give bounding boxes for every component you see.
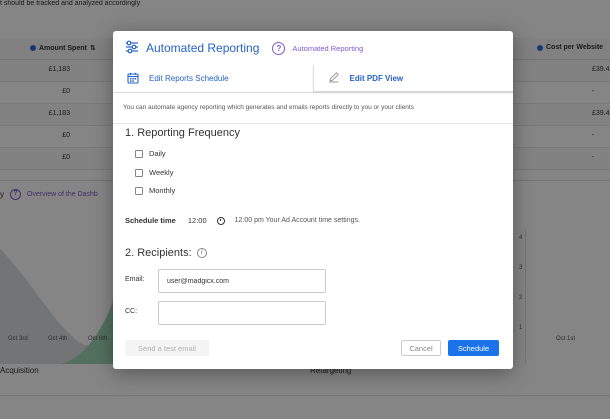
pencil-icon [328,71,340,85]
clock-icon[interactable] [216,216,225,225]
intro-text: You can automate agency reporting which … [123,104,414,111]
frequency-option-weekly[interactable]: Weekly [135,168,173,177]
checkbox[interactable] [135,186,143,195]
frequency-option-monthly[interactable]: Monthly [135,186,175,195]
sliders-icon [125,40,139,56]
calendar-icon [127,72,139,86]
tab-label: Edit PDF View [349,73,404,83]
checkbox[interactable] [135,149,143,158]
modal-tabs: Edit Reports Schedule Edit PDF View [113,65,513,93]
cc-field[interactable] [158,301,326,325]
modal-header: Automated Reporting ? Automated Reportin… [113,31,513,65]
tab-edit-pdf-view[interactable]: Edit PDF View [312,65,513,92]
cancel-button[interactable]: Cancel [401,340,441,356]
help-link[interactable]: Automated Reporting [292,44,363,53]
schedule-time-row: Schedule time 12:00 12:00 pm Your Ad Acc… [125,216,360,225]
modal-title: Automated Reporting [146,41,260,55]
frequency-title: 1. Reporting Frequency [125,127,240,139]
recipients-title: 2. Recipients: i [125,247,207,259]
divider [113,123,513,124]
checkbox[interactable] [135,168,143,177]
tab-label: Edit Reports Schedule [149,74,229,83]
cc-label: CC: [125,308,138,315]
schedule-time-label: Schedule time [125,216,176,225]
question-icon[interactable]: ? [272,41,286,55]
email-field[interactable] [158,269,326,293]
tab-edit-reports-schedule[interactable]: Edit Reports Schedule [113,65,313,92]
send-test-email-button[interactable]: Send a test email [125,340,209,356]
frequency-option-daily[interactable]: Daily [135,149,166,158]
schedule-time-note: 12:00 pm Your Ad Account time settings. [234,217,360,224]
automated-reporting-modal: Automated Reporting ? Automated Reportin… [113,31,513,369]
schedule-time-input[interactable]: 12:00 [188,216,207,225]
info-icon[interactable]: i [196,248,207,258]
email-label: Email: [125,276,145,283]
schedule-button[interactable]: Schedule [448,340,499,356]
